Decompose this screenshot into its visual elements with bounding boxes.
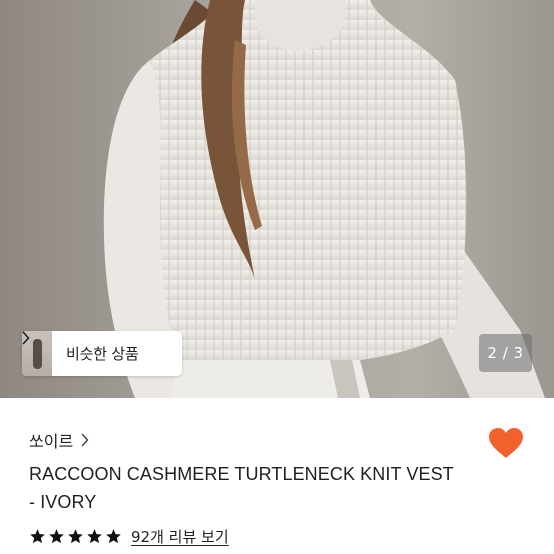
similar-products-label: 비슷한 상품: [66, 345, 139, 363]
star-icon: [87, 529, 102, 544]
similar-products-button[interactable]: 비슷한 상품: [22, 331, 182, 376]
product-title: RACCOON CASHMERE TURTLENECK KNIT VEST - …: [29, 460, 499, 516]
brand-link[interactable]: 쏘이르: [29, 428, 89, 452]
product-title-line-2: - IVORY: [29, 492, 97, 512]
product-image-gallery[interactable]: 비슷한 상품 2 / 3: [0, 0, 554, 398]
heart-icon: [489, 428, 523, 458]
star-icon: [106, 529, 121, 544]
star-icon: [49, 529, 64, 544]
star-icon: [30, 529, 45, 544]
rating-stars: [29, 528, 122, 545]
star-icon: [68, 529, 83, 544]
chevron-right-icon: [81, 433, 89, 447]
rating-row: 92개 리뷰 보기: [29, 526, 229, 547]
product-title-line-1: RACCOON CASHMERE TURTLENECK KNIT VEST: [29, 464, 454, 484]
like-button[interactable]: [488, 427, 524, 459]
brand-name: 쏘이르: [29, 432, 74, 451]
image-page-indicator: 2 / 3: [479, 334, 532, 372]
review-link[interactable]: 92개 리뷰 보기: [131, 526, 229, 547]
